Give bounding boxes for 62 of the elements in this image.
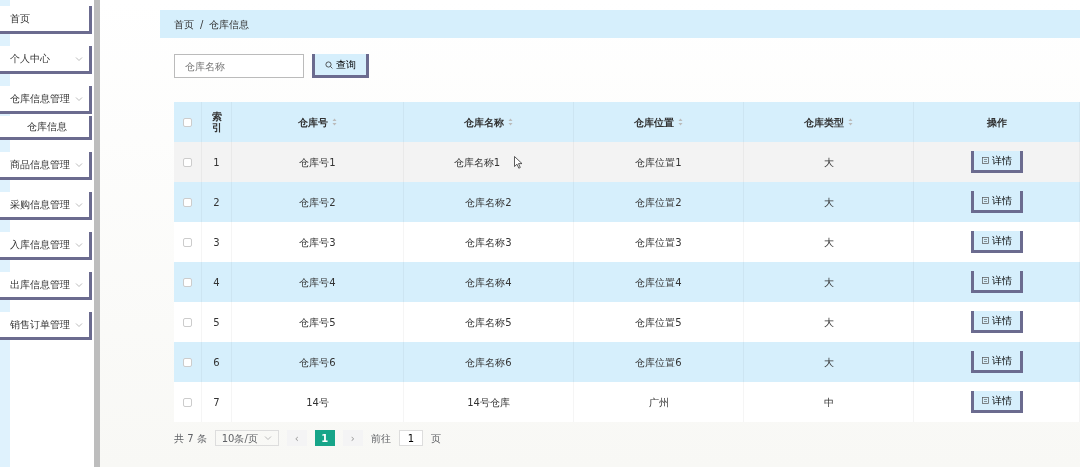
- breadcrumb-item[interactable]: 首页: [174, 16, 194, 32]
- table-cell: 广州: [574, 382, 744, 422]
- sort-icon[interactable]: [508, 118, 513, 126]
- row-checkbox[interactable]: [183, 237, 192, 247]
- details-button[interactable]: 详情: [970, 391, 1023, 413]
- sort-icon[interactable]: [848, 118, 853, 126]
- table-cell: 7: [202, 382, 232, 422]
- goto-label: 前往: [370, 431, 391, 446]
- column-header: 索引: [211, 111, 222, 133]
- sidebar-item[interactable]: 采购信息管理: [0, 192, 92, 220]
- row-checkbox[interactable]: [183, 197, 192, 207]
- select-all-checkbox[interactable]: [183, 117, 192, 127]
- sidebar-item[interactable]: 商品信息管理: [0, 152, 92, 180]
- sidebar-item[interactable]: 仓库信息管理: [0, 86, 92, 114]
- sidebar-item[interactable]: 仓库信息: [0, 116, 92, 140]
- row-checkbox[interactable]: [183, 157, 192, 167]
- sidebar-item[interactable]: 销售订单管理: [0, 312, 92, 340]
- details-button[interactable]: 详情: [970, 151, 1023, 173]
- breadcrumb-separator: /: [200, 17, 204, 32]
- details-button[interactable]: 详情: [970, 271, 1023, 293]
- table-row[interactable]: 2 仓库号2 仓库名称2 仓库位置2 大 详情: [174, 182, 1080, 222]
- table-row[interactable]: 7 14号 14号仓库 广州 中 详情: [174, 382, 1080, 422]
- table-row[interactable]: 3 仓库号3 仓库名称3 仓库位置3 大 详情: [174, 222, 1080, 262]
- page-suffix: 页: [430, 431, 441, 446]
- chevron-icon: [263, 435, 272, 441]
- document-icon: [981, 357, 989, 364]
- document-icon: [981, 397, 989, 404]
- total-count: 共 7 条: [174, 431, 207, 446]
- document-icon: [981, 237, 989, 244]
- row-checkbox[interactable]: [183, 277, 192, 287]
- search-icon: [325, 60, 333, 69]
- table-row[interactable]: 4 仓库号4 仓库名称4 仓库位置4 大 详情: [174, 262, 1080, 302]
- sidebar-item[interactable]: 入库信息管理: [0, 232, 92, 260]
- details-button[interactable]: 详情: [970, 191, 1023, 213]
- document-icon: [981, 157, 989, 164]
- sidebar-item[interactable]: 个人中心: [0, 46, 92, 74]
- search-field[interactable]: 仓库名称: [174, 54, 304, 78]
- sort-icon[interactable]: [678, 118, 683, 126]
- document-icon: [981, 317, 989, 324]
- sort-icon[interactable]: [332, 118, 337, 126]
- search-button[interactable]: 查询: [312, 54, 369, 78]
- document-icon: [981, 277, 989, 284]
- details-button[interactable]: 详情: [970, 311, 1023, 333]
- mouse-pointer-icon: [514, 155, 524, 169]
- page-size-select[interactable]: 10条/页: [214, 430, 279, 446]
- row-checkbox[interactable]: [183, 357, 192, 367]
- table-row[interactable]: 1 仓库号1 仓库名称1 仓库位置1 大 详情: [174, 142, 1080, 182]
- table-cell: 14号: [232, 382, 404, 422]
- table-row[interactable]: 6 仓库号6 仓库名称6 仓库位置6 大 详情: [174, 342, 1080, 382]
- sidebar-item[interactable]: 出库信息管理: [0, 272, 92, 300]
- details-button[interactable]: 详情: [970, 231, 1023, 253]
- page-number-field[interactable]: 1: [398, 430, 423, 446]
- sidebar-item[interactable]: 首页: [0, 6, 92, 34]
- document-icon: [981, 197, 989, 204]
- row-checkbox[interactable]: [183, 397, 192, 407]
- details-button[interactable]: 详情: [970, 351, 1023, 373]
- table-cell: 14号仓库: [404, 382, 574, 422]
- row-checkbox[interactable]: [183, 317, 192, 327]
- table-row[interactable]: 5 仓库号5 仓库名称5 仓库位置5 大 详情: [174, 302, 1080, 342]
- breadcrumb-item[interactable]: 仓库信息: [209, 16, 250, 32]
- table-cell-text: 仓库名称1: [453, 155, 501, 170]
- table-cell: 中: [744, 382, 914, 422]
